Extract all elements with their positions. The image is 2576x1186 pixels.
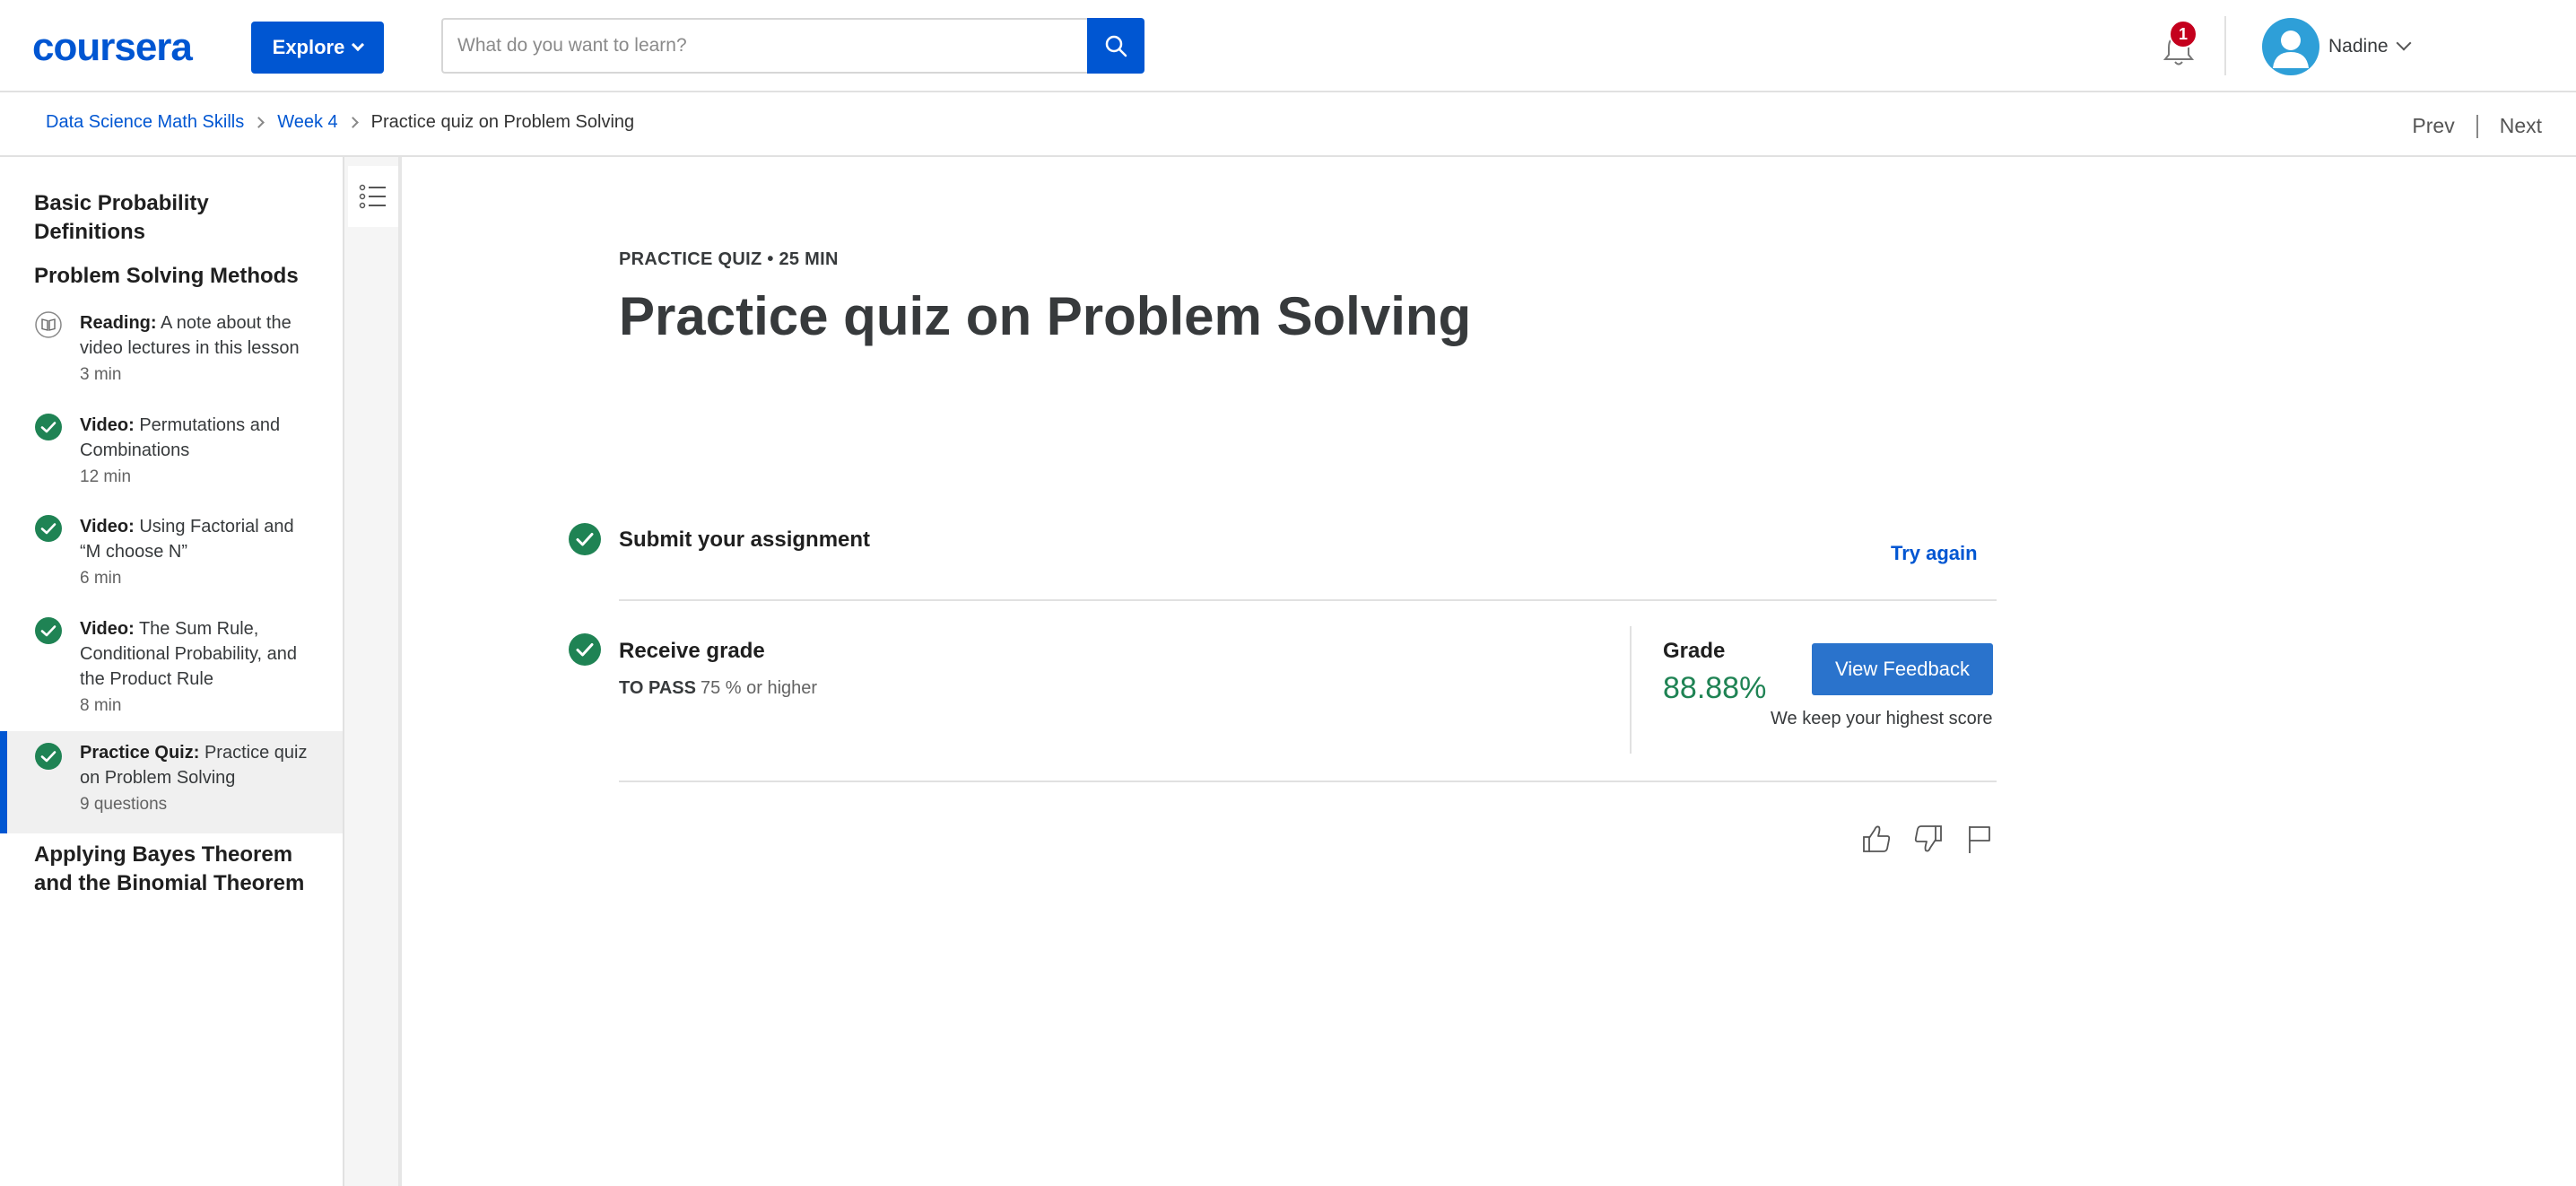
toggle-outline-button[interactable] <box>348 166 398 227</box>
check-circle-icon <box>35 414 62 440</box>
explore-label: Explore <box>272 36 345 58</box>
top-header: coursera Explore 1 Nadine <box>0 0 2576 92</box>
prev-next-nav: Prev Next <box>2412 114 2542 138</box>
header-divider <box>2224 16 2226 75</box>
divider <box>619 599 1997 601</box>
grade-value: 88.88% <box>1663 671 1767 705</box>
module-title-bayes[interactable]: Applying Bayes Theorem and the Binomial … <box>34 841 321 898</box>
notification-badge: 1 <box>2169 20 2197 48</box>
try-again-link[interactable]: Try again <box>1891 542 1978 565</box>
sidebar-item-video-permutations[interactable]: Video: Permutations and Combinations 12 m… <box>0 413 343 502</box>
course-sidebar: Basic Probability Definitions Problem So… <box>0 157 344 1186</box>
chevron-down-icon <box>352 38 365 52</box>
item-type: Video: <box>80 619 135 639</box>
search-button[interactable] <box>1087 18 1144 74</box>
item-type: Video: <box>80 517 135 536</box>
item-type: Reading: <box>80 313 157 333</box>
check-circle-icon <box>35 743 62 770</box>
submit-step-title: Submit your assignment <box>619 528 871 552</box>
breadcrumb-week[interactable]: Week 4 <box>277 112 337 133</box>
breadcrumb-bar: Data Science Math Skills Week 4 Practice… <box>0 92 2576 157</box>
chevron-right-icon <box>346 117 359 128</box>
sidebar-item-video-factorial[interactable]: Video: Using Factorial and “M choose N” 6… <box>0 514 343 604</box>
nav-divider <box>2476 114 2478 138</box>
search-input[interactable] <box>457 35 1087 57</box>
thumbs-up-icon[interactable] <box>1858 821 1894 857</box>
item-type: Practice Quiz: <box>80 743 200 763</box>
user-name[interactable]: Nadine <box>2328 36 2389 57</box>
book-icon <box>35 311 62 338</box>
flag-icon[interactable] <box>1961 821 1997 857</box>
grade-label: Grade <box>1663 639 1726 663</box>
check-circle-icon <box>35 617 62 644</box>
check-circle-icon <box>569 523 601 555</box>
list-icon <box>359 184 386 209</box>
item-meta: 3 min <box>80 365 122 384</box>
module-title-basic-probability[interactable]: Basic Probability Definitions <box>34 189 321 247</box>
next-link[interactable]: Next <box>2500 114 2542 138</box>
item-meta: 6 min <box>80 569 122 588</box>
explore-button[interactable]: Explore <box>251 22 384 74</box>
sidebar-item-video-sum-rule[interactable]: Video: The Sum Rule, Conditional Probabi… <box>0 616 343 733</box>
breadcrumb-current: Practice quiz on Problem Solving <box>370 112 635 132</box>
item-type: Video: <box>80 415 135 435</box>
pass-threshold: 75 % or higher <box>701 678 818 698</box>
chevron-down-icon[interactable] <box>2396 35 2412 51</box>
pass-label: TO PASS <box>619 678 696 698</box>
avatar[interactable] <box>2262 18 2319 75</box>
breadcrumb-course[interactable]: Data Science Math Skills <box>46 112 244 133</box>
receive-grade-title: Receive grade <box>619 639 765 663</box>
search-field[interactable] <box>441 18 1087 74</box>
check-circle-icon <box>569 633 601 666</box>
user-icon <box>2273 31 2309 68</box>
item-meta: 12 min <box>80 467 132 486</box>
sidebar-gutter <box>344 157 402 1186</box>
grade-divider <box>1630 626 1632 754</box>
divider <box>619 780 1997 782</box>
chevron-right-icon <box>253 117 265 128</box>
item-kicker: PRACTICE QUIZ • 25 MIN <box>619 249 839 269</box>
sidebar-item-reading[interactable]: Reading: A note about the video lectures… <box>0 310 343 400</box>
page-title: Practice quiz on Problem Solving <box>619 286 1472 346</box>
prev-link[interactable]: Prev <box>2412 114 2454 138</box>
sidebar-item-practice-quiz[interactable]: Practice Quiz: Practice quiz on Problem … <box>0 731 343 833</box>
thumbs-down-icon[interactable] <box>1910 821 1946 857</box>
check-circle-icon <box>35 515 62 542</box>
coursera-logo[interactable]: coursera <box>32 25 193 70</box>
view-feedback-button[interactable]: View Feedback <box>1812 643 1993 695</box>
module-title-problem-solving[interactable]: Problem Solving Methods <box>34 262 321 291</box>
item-meta: 9 questions <box>80 795 168 814</box>
item-meta: 8 min <box>80 696 122 715</box>
highest-score-note: We keep your highest score <box>1771 709 1993 728</box>
breadcrumb: Data Science Math Skills Week 4 Practice… <box>46 112 634 133</box>
search-icon <box>1105 35 1127 57</box>
